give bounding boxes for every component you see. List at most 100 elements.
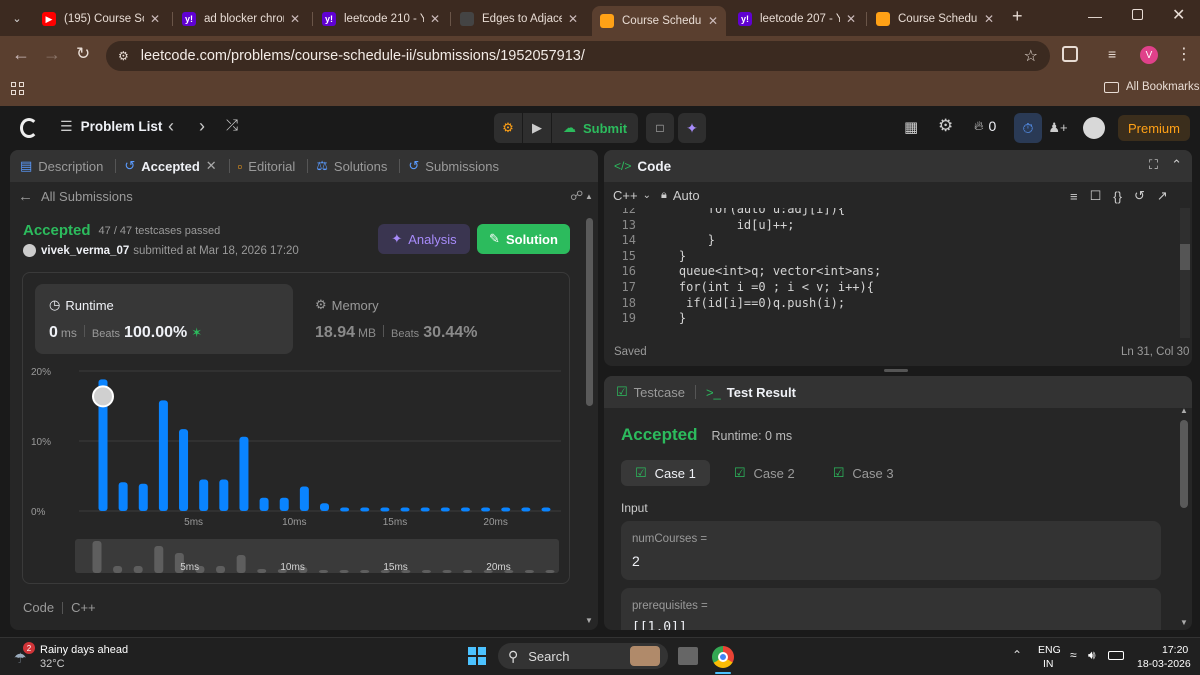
url-bar[interactable]: ⚙ leetcode.com/problems/course-schedule-… (106, 41, 1050, 71)
premium-button[interactable]: Premium (1118, 115, 1190, 141)
settings-gear-icon[interactable]: ⚙ (938, 116, 953, 136)
bookmark-icon[interactable]: ☐ (1090, 188, 1102, 204)
apps-icon[interactable] (11, 82, 24, 95)
scroll-down-icon[interactable]: ▼ (1180, 618, 1188, 627)
note-icon[interactable]: □ (646, 113, 674, 143)
ai-sparkle-icon[interactable]: ✦ (678, 113, 706, 143)
close-tab-icon[interactable]: ✕ (150, 12, 160, 26)
scroll-up-icon[interactable]: ▲ (585, 192, 593, 201)
browser-tab[interactable]: Edges to Adjacen ✕ (452, 6, 586, 32)
close-tab-icon[interactable]: ✕ (568, 12, 578, 26)
site-info-icon[interactable]: ⚙ (118, 49, 129, 63)
browser-tab[interactable]: ▶ (195) Course Sche ✕ (34, 6, 168, 32)
run-icon[interactable]: ▶ (523, 113, 551, 143)
memory-box[interactable]: ⚙ Memory 18.94 MB Beats 30.44% (305, 284, 555, 354)
taskbar-search[interactable]: ⚲ Search (498, 643, 668, 669)
scroll-down-icon[interactable]: ▼ (585, 616, 593, 625)
volume-icon[interactable]: 🔊︎ (1088, 648, 1096, 663)
tab-editorial[interactable]: ▫ Editorial (238, 159, 296, 174)
case-1-tab[interactable]: ☑ Case 1 (621, 460, 710, 486)
tab-testcase[interactable]: ☑ Testcase (616, 384, 685, 400)
close-tab-icon[interactable]: ✕ (708, 14, 718, 28)
braces-icon[interactable]: {} (1113, 189, 1122, 204)
panel-resize-handle[interactable] (884, 369, 908, 372)
weather-icon[interactable]: ☂ 2 (14, 642, 35, 666)
browser-tab[interactable]: Course Schedule ✕ (868, 6, 1002, 32)
solution-button[interactable]: ✎ Solution (477, 224, 570, 254)
runtime-distribution-chart[interactable]: 20% 10% 0% 5ms 10ms 15ms 20ms 5ms 10ms 15ms 20ms (23, 357, 571, 583)
minimize-icon[interactable]: — (1088, 8, 1102, 24)
close-tab-icon[interactable]: ✕ (430, 12, 440, 26)
browser-tab[interactable]: Course Schedule ✕ (592, 6, 726, 36)
browser-menu-icon[interactable]: ⋮ (1176, 44, 1192, 64)
submit-button[interactable]: ☁ Submit (552, 113, 638, 143)
streak-counter[interactable]: 🔥︎ 0 (974, 118, 996, 134)
share-link-icon[interactable]: ☍ (570, 188, 583, 204)
chevron-down-icon[interactable]: ⌄ (643, 190, 651, 201)
weather-title[interactable]: Rainy days ahead (40, 644, 128, 656)
analysis-button[interactable]: ✦ Analysis (378, 224, 470, 254)
close-tab-icon[interactable]: ✕ (206, 158, 217, 174)
add-user-icon[interactable]: ♟+ (1044, 113, 1072, 143)
author-name[interactable]: vivek_verma_07 (41, 245, 129, 257)
case-3-tab[interactable]: ☑ Case 3 (819, 460, 908, 486)
extensions-icon[interactable] (1062, 46, 1078, 62)
browser-tab[interactable]: y! ad blocker chrom ✕ (174, 6, 308, 32)
reset-icon[interactable]: ↺ (1134, 188, 1145, 204)
close-tab-icon[interactable]: ✕ (846, 12, 856, 26)
tab-test-result[interactable]: >_ Test Result (706, 385, 796, 400)
problem-list-button[interactable]: ☰ Problem List (60, 118, 162, 135)
debug-icon[interactable]: ⚙ (494, 113, 522, 143)
chrome-icon[interactable] (712, 646, 734, 668)
leetcode-logo[interactable] (20, 118, 38, 138)
timer-icon[interactable]: ⏱ (1014, 113, 1042, 143)
input-prerequisites[interactable]: prerequisites = [[1,0]] (621, 588, 1161, 630)
bookmark-star-icon[interactable]: ☆ (1024, 46, 1038, 66)
all-submissions-link[interactable]: ← All Submissions (18, 188, 133, 205)
new-tab-icon[interactable]: + (1012, 6, 1023, 27)
windows-start-icon[interactable] (468, 647, 486, 665)
shuffle-icon[interactable]: ⤮ (226, 117, 238, 134)
tab-description[interactable]: ▤ Description (20, 158, 103, 174)
close-tab-icon[interactable]: ✕ (984, 12, 994, 26)
tray-chevron-up-icon[interactable]: ⌃ (1012, 648, 1022, 662)
language-select[interactable]: C++ (613, 188, 638, 203)
case-2-tab[interactable]: ☑ Case 2 (720, 460, 809, 486)
restore-icon[interactable] (1132, 9, 1143, 20)
tab-solutions[interactable]: ⚖ Solutions (316, 158, 387, 174)
tab-search-icon[interactable]: ⌄ (6, 8, 28, 28)
user-avatar[interactable] (1083, 117, 1105, 139)
wifi-icon[interactable]: ≈ (1070, 648, 1077, 662)
battery-icon[interactable] (1108, 651, 1124, 660)
code-scrollbar-thumb[interactable] (1180, 244, 1190, 270)
input-num-courses[interactable]: numCourses = 2 (621, 521, 1161, 580)
media-icon[interactable]: ≡ (1108, 46, 1116, 62)
maximize-icon[interactable]: ⛶ (1149, 157, 1158, 173)
result-scrollbar[interactable] (1180, 420, 1188, 508)
left-panel-scrollbar[interactable] (586, 218, 593, 406)
forward-icon[interactable]: → (43, 44, 61, 65)
code-editor[interactable]: 12 for(auto u:adj[i]){13 id[u]++; 14 } 15 … (604, 208, 1179, 334)
back-icon[interactable]: ← (12, 44, 30, 65)
tab-accepted[interactable]: ↺ Accepted ✕ (124, 158, 216, 174)
browser-tab[interactable]: y! leetcode 210 - Yal ✕ (314, 6, 448, 32)
layout-icon[interactable]: ▦ (904, 118, 918, 136)
close-window-icon[interactable]: ✕ (1172, 5, 1185, 25)
prev-problem-icon[interactable]: ‹ (168, 116, 174, 137)
format-icon[interactable]: ≡ (1070, 189, 1078, 204)
next-problem-icon[interactable]: › (199, 116, 205, 137)
reload-icon[interactable]: ↻ (76, 44, 90, 64)
runtime-box[interactable]: ◷ Runtime 0 ms Beats 100.00% ✶ (35, 284, 293, 354)
profile-avatar[interactable]: V (1140, 46, 1158, 64)
language-primary[interactable]: ENG (1038, 644, 1061, 656)
all-bookmarks-button[interactable]: All Bookmarks (1104, 81, 1200, 93)
close-tab-icon[interactable]: ✕ (290, 12, 300, 26)
tab-submissions[interactable]: ↺ Submissions (408, 158, 499, 174)
auto-mode[interactable]: Auto (673, 188, 700, 203)
browser-tab[interactable]: y! leetcode 207 - Yal ✕ (730, 6, 864, 32)
collapse-chevron-icon[interactable]: ⌃ (1171, 157, 1182, 173)
clock-time[interactable]: 17:20 (1162, 644, 1188, 656)
expand-icon[interactable]: ↗ (1157, 188, 1168, 204)
task-view-icon[interactable] (678, 647, 698, 665)
scroll-up-icon[interactable]: ▲ (1180, 406, 1188, 415)
